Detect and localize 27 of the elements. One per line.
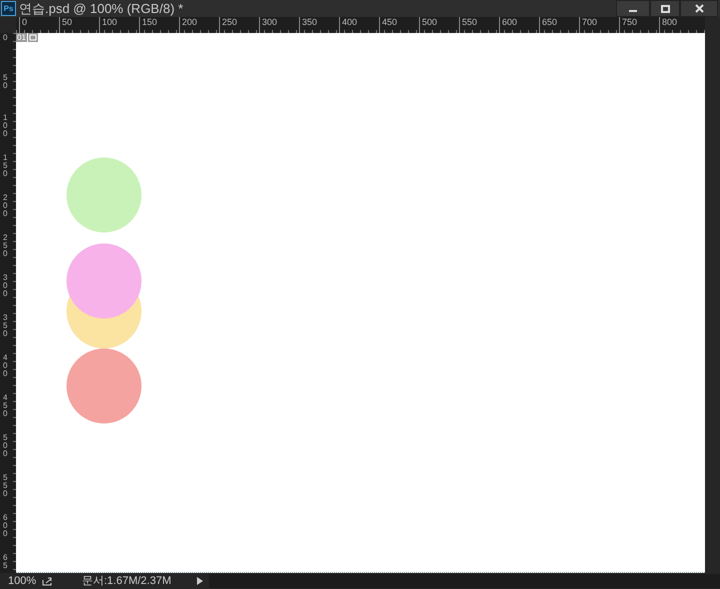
close-button[interactable]	[680, 0, 718, 17]
maximize-icon	[660, 4, 670, 12]
ruler-label: 65	[3, 554, 8, 570]
maximize-button[interactable]	[650, 0, 680, 17]
ruler-label: 350	[3, 314, 8, 338]
ruler-label: 500	[3, 434, 8, 458]
ruler-label: 300	[3, 274, 8, 298]
close-icon	[694, 4, 704, 13]
horizontal-scrollbar[interactable]	[209, 574, 720, 588]
ruler-label: 200	[3, 194, 8, 218]
ruler-label: 550	[3, 474, 8, 498]
ruler-label: 0	[3, 34, 8, 42]
ruler-label: 600	[3, 514, 8, 538]
play-icon[interactable]	[197, 577, 203, 585]
ruler-label: 400	[3, 354, 8, 378]
document-size: 문서:1.67M/2.37M	[82, 574, 172, 589]
ruler-label: 250	[3, 234, 8, 258]
app-logo: Ps	[1, 1, 16, 16]
zoom-level[interactable]: 100%	[8, 572, 38, 589]
layer-badge: 01	[16, 33, 27, 42]
ruler-label: 50	[3, 74, 8, 90]
ruler-label: 150	[3, 154, 8, 178]
window-title: 연습.psd @ 100% (RGB/8) *	[19, 0, 184, 18]
share-icon[interactable]	[42, 576, 53, 586]
ruler-label: 450	[3, 394, 8, 418]
ruler-label: 100	[3, 114, 8, 138]
minimize-button[interactable]	[616, 0, 650, 17]
